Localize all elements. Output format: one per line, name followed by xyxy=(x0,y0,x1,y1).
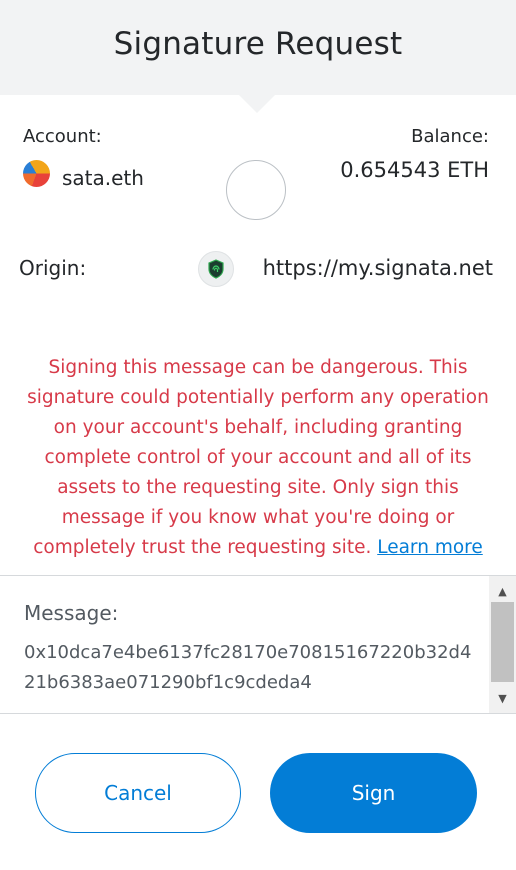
origin-url: https://my.signata.net xyxy=(262,256,493,280)
account-name: sata.eth xyxy=(62,166,144,190)
message-panel[interactable]: Message: 0x10dca7e4be6137fc28170e7081516… xyxy=(0,575,516,714)
account-avatar xyxy=(23,160,50,187)
message-scrollbar[interactable]: ▲ ▼ xyxy=(489,576,516,713)
header: Signature Request xyxy=(0,0,516,95)
sign-button[interactable]: Sign xyxy=(270,753,477,833)
account-label: Account: xyxy=(23,126,102,147)
scroll-up-arrow-icon[interactable]: ▲ xyxy=(489,580,516,602)
scroll-thumb[interactable] xyxy=(491,602,514,682)
origin-avatar-placeholder xyxy=(226,160,286,220)
header-notch xyxy=(239,95,275,113)
page-title: Signature Request xyxy=(113,26,403,62)
message-value: 0x10dca7e4be6137fc28170e70815167220b32d4… xyxy=(24,642,472,693)
learn-more-link[interactable]: Learn more xyxy=(377,537,483,558)
balance-label: Balance: xyxy=(411,126,489,147)
shield-site-icon xyxy=(198,251,234,287)
origin-label: Origin: xyxy=(19,256,87,280)
danger-warning: Signing this message can be dangerous. T… xyxy=(14,353,502,563)
cancel-button[interactable]: Cancel xyxy=(35,753,241,833)
warning-text: Signing this message can be dangerous. T… xyxy=(27,357,489,558)
message-label: Message: xyxy=(24,601,119,625)
scroll-down-arrow-icon[interactable]: ▼ xyxy=(489,687,516,709)
balance-value: 0.654543 ETH xyxy=(340,158,489,182)
